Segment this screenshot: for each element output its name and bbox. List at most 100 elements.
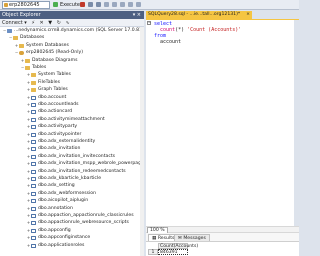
- tree-node[interactable]: + dbo.adx_invitation_invitecontacts: [26, 154, 115, 160]
- tree-node[interactable]: + dbo.adx_kbarticle_kbarticle: [26, 176, 101, 182]
- table-icon: [31, 214, 36, 219]
- activity-icon[interactable]: ∿: [66, 20, 70, 26]
- table-icon: [31, 199, 36, 204]
- tree-node-label: dbo.account: [38, 94, 67, 100]
- display-plan-icon[interactable]: [96, 2, 101, 7]
- tree-node[interactable]: + dbo.appactionrule_webresource_scripts: [26, 220, 129, 226]
- tree-node-label: dbo.adx_invitation_redeemedcontacts: [38, 168, 126, 174]
- refresh-icon[interactable]: ↻: [57, 20, 61, 26]
- table-icon: [31, 191, 36, 196]
- results-to-grid-icon[interactable]: [120, 2, 125, 7]
- table-icon: [31, 110, 36, 115]
- object-explorer-title: Object Explorer ▾ ×: [0, 11, 144, 19]
- stop-icon[interactable]: [80, 2, 85, 7]
- tree-node[interactable]: + dbo.activitymimeattachment: [26, 117, 105, 123]
- connect-icon[interactable]: ⚡: [31, 20, 35, 26]
- tree-node-label: dbo.adx_webformsession: [38, 190, 96, 196]
- tree-node[interactable]: + dbo.activityparty: [26, 124, 77, 130]
- execute-button[interactable]: Execute: [58, 1, 82, 9]
- tree-node-label: dbo.appactionrule_webresource_scripts: [38, 220, 129, 226]
- tree-node[interactable]: + dbo.applicationroles: [26, 243, 84, 249]
- tree-node[interactable]: − ...nedynamics.crm8.dynamics.com (SQL Se…: [2, 28, 144, 34]
- tree-node-label: FileTables: [38, 79, 60, 85]
- disconnect-icon[interactable]: ✕: [39, 20, 43, 26]
- tree-node-label: dbo.aicopilot_aiplugin: [38, 198, 89, 204]
- tree-scrollbar[interactable]: [140, 27, 144, 256]
- tab-messages[interactable]: ✉ Messages: [174, 233, 210, 241]
- connect-button[interactable]: Connect ▾: [2, 20, 27, 26]
- folder-icon: [31, 73, 36, 78]
- tree-node-label: ...nedynamics.crm8.dynamics.com (SQL Ser…: [14, 28, 144, 33]
- intellisense-icon[interactable]: [112, 2, 117, 7]
- tree-node[interactable]: + dbo.annotation: [26, 206, 73, 212]
- tree-node-label: System Tables: [38, 72, 71, 78]
- tree-node[interactable]: + dbo.adx_externalidentity: [26, 139, 95, 145]
- code-line-2: count(*) 'Count (Accounts)': [160, 27, 242, 33]
- tree-node[interactable]: + FileTables: [26, 80, 60, 86]
- tree-node[interactable]: + dbo.adx_webformsession: [26, 191, 96, 197]
- tree-node-label: dbo.activitymimeattachment: [38, 116, 105, 122]
- tree-node[interactable]: + dbo.appconfiginstance: [26, 235, 90, 241]
- tree-node[interactable]: + System Databases: [14, 43, 69, 49]
- tree-node[interactable]: − Tables: [20, 65, 46, 71]
- table-icon: [31, 147, 36, 152]
- tree-node-label: dbo.actioncard: [38, 109, 73, 115]
- tree-node-label: dbo.adx_setting: [38, 183, 75, 189]
- tree-node[interactable]: + dbo.adx_invitation_redeemedcontacts: [26, 169, 126, 175]
- tree-node[interactable]: + System Tables: [26, 72, 71, 78]
- tree-node-label: dbo.adx_invitation: [38, 146, 81, 152]
- tree-node[interactable]: + Graph Tables: [26, 87, 68, 93]
- db-icon: [19, 51, 24, 56]
- tree-node-label: dbo.activitypointer: [38, 131, 82, 137]
- pin-icon[interactable]: ▾ ×: [133, 11, 141, 19]
- table-icon: [31, 140, 36, 145]
- tree-node[interactable]: + dbo.aicopilot_aiplugin: [26, 198, 88, 204]
- query-tab[interactable]: SQLQuery28.sql - ...ie...tall...org12131…: [146, 11, 252, 19]
- results-to-text-icon[interactable]: [128, 2, 133, 7]
- database-selector[interactable]: erp2802645: [2, 1, 50, 9]
- results-tabs: ▦ Results ✉ Messages: [146, 233, 299, 241]
- tree-node-label: Tables: [32, 65, 47, 70]
- object-explorer-tree: − ...nedynamics.crm8.dynamics.com (SQL Se…: [0, 27, 144, 256]
- tree-node[interactable]: + dbo.adx_invitation: [26, 146, 80, 152]
- table-icon: [31, 177, 36, 182]
- collapse-icon[interactable]: −: [147, 21, 151, 25]
- results-grid: Count(Accounts) 1 846391: [146, 241, 299, 256]
- parse-icon[interactable]: [88, 2, 93, 7]
- folder-icon: [13, 36, 18, 41]
- table-icon: [31, 125, 36, 130]
- tree-node[interactable]: − Databases: [8, 35, 44, 41]
- database-icon: [4, 3, 8, 7]
- tree-node-label: System Databases: [26, 42, 69, 48]
- zoom-bar: 100 %: [146, 226, 299, 234]
- query-editor[interactable]: select count(*) 'Count (Accounts)' from …: [146, 20, 294, 253]
- filter-icon[interactable]: ▼: [48, 20, 52, 26]
- tree-node-label: Database Diagrams: [32, 57, 78, 63]
- query-tab-label: SQLQuery28.sql - ...ie...tall...org12131…: [148, 12, 241, 17]
- tree-node[interactable]: + dbo.appaction_appactionrule_classicrule…: [26, 213, 134, 219]
- object-explorer-toolbar: Connect ▾ ⚡ ✕ ▼ ↻ ∿: [0, 19, 144, 27]
- close-icon[interactable]: ×: [246, 11, 250, 19]
- tree-node-label: erp2802645 (Read-Only): [26, 50, 83, 56]
- tree-node-label: dbo.appaction_appactionrule_classicrules: [38, 213, 134, 218]
- table-icon: [31, 162, 36, 167]
- server-icon: [7, 29, 12, 34]
- tree-node[interactable]: + dbo.account: [26, 95, 66, 101]
- folder-icon: [19, 43, 24, 48]
- database-selector-value: erp2802645: [9, 2, 40, 8]
- tree-node[interactable]: + dbo.actioncard: [26, 109, 72, 115]
- tree-node[interactable]: + dbo.activitypointer: [26, 132, 81, 138]
- tree-node[interactable]: − erp2802645 (Read-Only): [14, 50, 83, 56]
- tree-node[interactable]: + dbo.adx_invitation_mspp_webrole_powerpa…: [26, 161, 143, 167]
- tree-node-label: dbo.appconfiginstance: [38, 235, 91, 241]
- query-options-icon[interactable]: [104, 2, 109, 7]
- tree-node[interactable]: + dbo.adx_setting: [26, 183, 75, 189]
- tree-node[interactable]: + dbo.accountleads: [26, 102, 79, 108]
- comment-icon[interactable]: [136, 2, 141, 7]
- tree-node[interactable]: + dbo.appconfig: [26, 228, 71, 234]
- code-line-4: account: [160, 39, 182, 45]
- tree-node-label: dbo.adx_externalidentity: [38, 139, 96, 144]
- result-cell[interactable]: 846391: [158, 249, 188, 255]
- tree-node[interactable]: + Database Diagrams: [20, 58, 78, 64]
- row-number[interactable]: 1: [148, 249, 158, 255]
